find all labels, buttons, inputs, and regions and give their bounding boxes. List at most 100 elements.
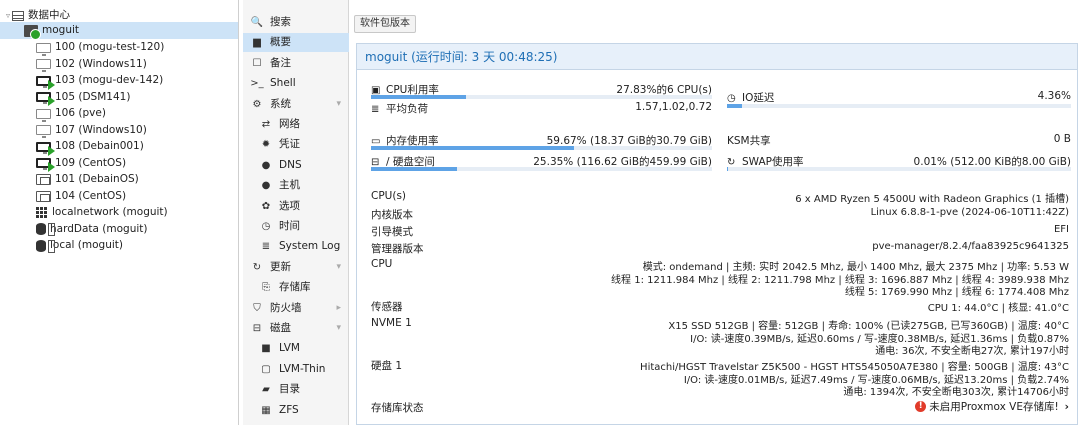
menu-item[interactable]: ✹ 凭证 (243, 135, 349, 154)
summary-title: moguit (运行时间: 3 天 00:48:25) (357, 44, 1077, 70)
ksm-sharing-value: 0 B (1053, 133, 1071, 145)
tree-item-label: 107 (Windows10) (55, 123, 147, 136)
tree-item[interactable]: 108 (Debain001) (36, 138, 144, 156)
cpu-usage-fill (371, 95, 466, 99)
chevron-right-icon[interactable]: › (1065, 401, 1069, 413)
tree-item[interactable]: 101 (DebainOS) (36, 171, 139, 188)
menu-item[interactable]: ⇄ 网络 (243, 115, 349, 134)
chevron-down-icon[interactable]: ▾ (336, 95, 341, 114)
repository-status-label: 存储库状态 (371, 402, 424, 414)
repository-icon: ⎘ (262, 282, 270, 294)
gear-icon: ✿ (261, 200, 271, 212)
root-disk-fill (371, 167, 458, 171)
resource-tree: ▿ 数据中心 moguit 100 (mogu-test-120) 102 (Wi… (0, 0, 239, 425)
info-value-line: 通电: 1394次, 不安全断电303次, 累计14706小时 (843, 387, 1069, 398)
clock-icon: ◷ (727, 93, 736, 104)
tree-item-label: hardData (moguit) (50, 222, 148, 235)
vm-running-icon (36, 158, 55, 172)
vm-icon (36, 108, 51, 122)
menu-item[interactable]: ↻ 更新 ▾ (243, 258, 349, 277)
storage-icon (36, 239, 55, 253)
tree-item-label: 103 (mogu-dev-142) (55, 74, 164, 86)
menu-item[interactable]: 🔍 搜索 (243, 13, 349, 32)
menu-item[interactable]: ⊟ 磁盘 ▾ (243, 319, 349, 338)
tree-item[interactable]: 107 (Windows10) (36, 122, 147, 139)
square-outline-icon: ▢ (261, 363, 271, 375)
toolbar: 软件包版本 (350, 0, 1080, 43)
menu-item-label: 存储库 (279, 281, 311, 294)
node-menu: 🔍 搜索 ▆ 概要 ☐ 备注 >_ Shell ⚙ 系统 ▾ ⇄ 网络 ✹ 凭证 ● DNS ● 主机 ✿ 选项 ◷ 时间 ≣… (243, 0, 349, 425)
tasks-icon: ≣ (371, 104, 380, 115)
tree-item[interactable]: 104 (CentOS) (36, 188, 126, 205)
info-label: 传感器 (371, 301, 403, 313)
info-value-line: pve-manager/8.2.4/faa83925c9641325 (872, 241, 1069, 252)
chevron-right-icon[interactable]: ▸ (336, 299, 341, 318)
menu-item-label: DNS (279, 158, 302, 171)
menu-item-label: Shell (270, 77, 296, 90)
menu-item[interactable]: ▦ ZFS (243, 401, 349, 420)
chevron-down-icon[interactable]: ▾ (336, 258, 341, 277)
storage-icon (36, 223, 55, 236)
tree-item-label: localnetwork (moguit) (52, 206, 168, 218)
tree-node-moguit[interactable]: moguit (0, 22, 238, 40)
menu-item[interactable]: ✿ 选项 (243, 197, 349, 216)
menu-item[interactable]: ■ LVM (243, 339, 349, 358)
menu-item[interactable]: ≣ System Log (243, 237, 349, 256)
tree-item[interactable]: 106 (pve) (36, 105, 106, 122)
menu-item[interactable]: ☐ 备注 (243, 54, 349, 73)
globe-icon: ● (261, 180, 271, 192)
vm-icon (36, 59, 51, 72)
menu-item[interactable]: ● DNS (243, 156, 349, 175)
shield-icon: ⛉ (253, 302, 261, 314)
tree-item-label: 100 (mogu-test-120) (55, 41, 165, 53)
tree-item-label: 106 (pve) (55, 107, 106, 119)
square-icon: ■ (261, 343, 271, 355)
menu-item[interactable]: ◷ 时间 (243, 217, 349, 236)
cpu-usage-bar (371, 95, 712, 99)
tree-item[interactable]: 105 (DSM141) (36, 89, 130, 106)
tree-item[interactable]: local (moguit) (36, 237, 123, 254)
info-value-line: 6 x AMD Ryzen 5 4500U with Radeon Graphi… (795, 194, 1069, 205)
globe-icon: ● (261, 159, 271, 171)
tree-item-label: 101 (DebainOS) (55, 173, 139, 185)
io-delay-label: IO延迟 (742, 92, 775, 104)
info-value-line: EFI (1053, 224, 1069, 235)
info-label: 内核版本 (371, 209, 413, 221)
menu-item[interactable]: ▢ LVM-Thin (243, 360, 349, 379)
menu-item-label: System Log (279, 240, 341, 253)
menu-item-label: 搜索 (270, 16, 291, 28)
io-delay-label-wrap: ◷ IO延迟 (727, 90, 774, 105)
datacenter-icon (12, 10, 25, 21)
terminal-icon: >_ (250, 78, 264, 90)
tree-item[interactable]: 100 (mogu-test-120) (36, 39, 164, 56)
folder-icon: ▰ (262, 384, 270, 396)
tree-item[interactable]: hardData (moguit) (36, 221, 148, 238)
menu-item[interactable]: ▆ 概要 (243, 33, 349, 53)
io-delay-value: 4.36% (1037, 90, 1071, 102)
load-average-label: 平均负荷 (386, 103, 428, 115)
menu-item[interactable]: ● 主机 (243, 176, 349, 195)
io-delay-fill (727, 104, 742, 108)
menu-item-label: 备注 (270, 56, 291, 69)
chevron-down-icon[interactable]: ▾ (336, 319, 341, 338)
vm-running-icon (36, 141, 55, 156)
tree-item[interactable]: 109 (CentOS) (36, 155, 126, 172)
menu-item[interactable]: ▰ 目录 (243, 380, 349, 399)
repository-status[interactable]: ! 未启用Proxmox VE存储库! › (915, 399, 1069, 414)
tree-item[interactable]: 103 (mogu-dev-142) (36, 72, 164, 90)
load-label-wrap: ≣ 平均负荷 (371, 101, 428, 116)
menu-item[interactable]: >_ Shell (243, 74, 349, 93)
tree-item[interactable]: localnetwork (moguit) (36, 204, 168, 221)
package-versions-button[interactable]: 软件包版本 (354, 15, 416, 33)
tree-item[interactable]: 102 (Windows11) (36, 56, 147, 73)
summary-panel: moguit (运行时间: 3 天 00:48:25) ▣ CPU利用率 27.8… (356, 43, 1078, 425)
menu-item-label: 主机 (279, 179, 300, 192)
menu-item[interactable]: ⎘ 存储库 (243, 278, 349, 297)
menu-item[interactable]: ⚙ 系统 ▾ (243, 95, 349, 114)
vm-running-icon (36, 75, 55, 90)
info-label: 引导模式 (371, 226, 413, 238)
tree-node-label: moguit (42, 24, 80, 36)
menu-item[interactable]: ⛉ 防火墙 ▸ (243, 299, 349, 318)
menu-item-label: LVM-Thin (279, 362, 326, 375)
menu-item-label: LVM (279, 342, 300, 355)
